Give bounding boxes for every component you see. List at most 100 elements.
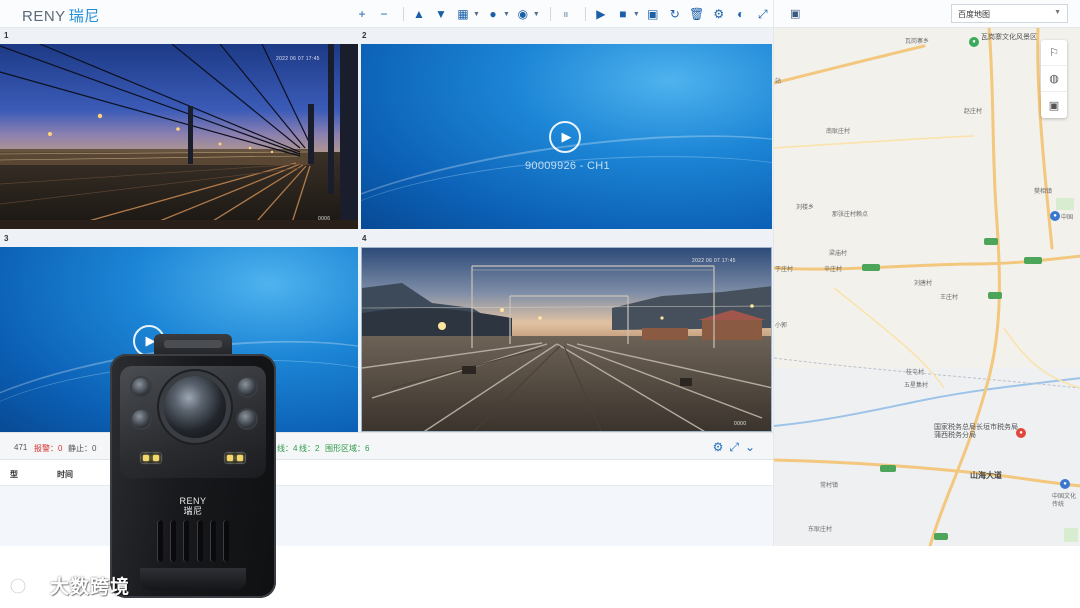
camera-brand: RENY 瑞尼 xyxy=(110,496,276,516)
map-place: 常村镇 xyxy=(820,483,839,489)
map-save-icon[interactable]: ▣ xyxy=(790,7,800,20)
logo-text-en: RENY xyxy=(22,8,66,25)
location-pin-icon[interactable]: ● xyxy=(1016,428,1026,438)
fullscreen-icon[interactable]: ⤢ xyxy=(754,5,772,23)
scenic-pin-icon[interactable]: ● xyxy=(969,37,979,47)
down-icon[interactable]: ▼ xyxy=(432,5,450,23)
led-light-icon xyxy=(140,452,162,464)
map-controls: ⚐ ◍ ▣ xyxy=(1041,40,1067,118)
map-place: 小郭 xyxy=(775,323,788,329)
ir-sensor-icon xyxy=(132,410,150,428)
minus-icon[interactable]: − xyxy=(375,5,393,23)
status-actions: ⚙ ⤢ ⌄ xyxy=(713,440,755,455)
chevron-down-icon[interactable]: ▼ xyxy=(532,5,540,23)
map-place: 王庄村 xyxy=(940,295,959,301)
traffic-icon[interactable]: ⚐ xyxy=(1041,40,1067,66)
status-alarm: 报警：0 xyxy=(34,444,63,453)
status-line-2: 线：2 xyxy=(299,444,320,453)
palette-icon[interactable]: ◐ xyxy=(732,5,750,23)
map-place: 中国 xyxy=(1061,215,1074,221)
map-place: 樊相镇 xyxy=(1034,189,1053,195)
pause-icon[interactable]: ⏸ xyxy=(557,5,575,23)
cell-label-1: 1 xyxy=(4,31,9,40)
stop-icon[interactable]: ■ xyxy=(614,5,632,23)
cell-label-3: 3 xyxy=(4,234,9,243)
video-tile-2[interactable]: ▶ 90009926 - CH1 xyxy=(361,44,772,229)
camera-grille xyxy=(157,520,229,562)
camera-icon[interactable]: ◉ xyxy=(514,5,532,23)
panorama-icon[interactable]: ◍ xyxy=(1041,66,1067,92)
chevron-down-icon[interactable]: ▼ xyxy=(472,5,480,23)
watermark: 大数跨境 xyxy=(8,572,130,599)
device-channel-label: 90009926 - CH1 xyxy=(525,160,610,172)
watermark-logo-icon xyxy=(9,575,43,594)
camera-lens xyxy=(164,376,226,438)
3d-cube-icon[interactable]: ▣ xyxy=(1041,92,1067,118)
chevron-down-icon[interactable]: ▼ xyxy=(632,5,640,23)
map-road-name: 山海大道 xyxy=(970,471,1002,480)
led-light-icon xyxy=(224,452,246,464)
cell-label-2: 2 xyxy=(362,31,367,40)
ir-sensor-icon xyxy=(238,410,256,428)
status-line: 线：4 xyxy=(277,444,298,453)
column-type[interactable]: 型 xyxy=(10,469,18,480)
map-place: 梁庙村 xyxy=(829,251,848,257)
play-icon[interactable]: ▶ xyxy=(592,5,610,23)
ir-sensor-icon xyxy=(238,378,256,396)
refresh-icon[interactable]: ↻ xyxy=(666,5,684,23)
map-place: 中国文化传统 xyxy=(1052,494,1077,508)
map-place-tax-bureau: 国家税务总局长垣市税务局蒲西税务分局 xyxy=(934,424,1018,439)
map-roads xyxy=(774,28,1080,546)
app-logo: RENY 瑞尼 xyxy=(22,5,100,26)
play-icon[interactable]: ▶ xyxy=(549,121,581,153)
status-count: 471 xyxy=(14,443,28,452)
chevron-down-icon[interactable]: ▼ xyxy=(502,5,510,23)
video-tile-1[interactable]: 2022 06 07 17:45 0006 xyxy=(0,44,358,229)
map-view[interactable]: 瓦岗寨乡 ● 瓦岗寨文化风景区 站 赵庄村 南耿庄村 樊相镇 刘楼乡 那张庄村赖… xyxy=(773,28,1080,546)
osd-stamp-1: 0006 xyxy=(318,216,331,222)
railway-scene-4 xyxy=(362,248,771,431)
landmark-pin-icon[interactable]: ● xyxy=(1050,211,1060,221)
map-place: 辛庄村 xyxy=(824,267,843,273)
railway-scene-1 xyxy=(0,44,358,229)
osd-timestamp-1: 2022 06 07 17:45 xyxy=(276,56,320,62)
map-type-value: 百度地图 xyxy=(958,10,990,19)
layout-icon[interactable]: ▦ xyxy=(454,5,472,23)
chevron-down-icon: ▼ xyxy=(1054,9,1061,16)
camera-face xyxy=(120,366,266,478)
map-place: 瓦岗寨乡 xyxy=(905,39,930,45)
map-place: 赵庄村 xyxy=(964,109,983,115)
top-toolbar: RENY 瑞尼 + − ▲ ▼ ▦ ▼ ● ▼ ◉ ▼ ⏸ ▶ ■ ▼ ▣ ↻ 🗑 ⚙ ◐ ⤢ xyxy=(0,0,773,28)
museum-pin-icon[interactable]: ● xyxy=(1060,479,1070,489)
camera-brand-en: RENY xyxy=(179,496,207,506)
video-tile-4[interactable]: 2022 06 07 17:45 0000 xyxy=(361,247,772,432)
settings-icon[interactable]: ⚙ xyxy=(713,440,724,455)
status-still: 静止：0 xyxy=(68,444,97,453)
map-place: 于庄村 xyxy=(775,267,794,273)
settings-icon[interactable]: ⚙ xyxy=(710,5,728,23)
add-icon[interactable]: + xyxy=(353,5,371,23)
save-icon[interactable]: ▣ xyxy=(644,5,662,23)
delete-icon[interactable]: 🗑 xyxy=(688,5,706,23)
up-icon[interactable]: ▲ xyxy=(410,5,428,23)
map-place: 桂屯村 xyxy=(906,370,925,376)
info-icon[interactable]: ● xyxy=(484,5,502,23)
toolbar-buttons: + − ▲ ▼ ▦ ▼ ● ▼ ◉ ▼ ⏸ ▶ ■ ▼ ▣ ↻ 🗑 ⚙ ◐ ⤢ xyxy=(353,5,776,23)
ir-sensor-icon xyxy=(132,378,150,396)
map-type-select[interactable]: 百度地图 ▼ xyxy=(951,4,1068,23)
collapse-icon[interactable]: ⌄ xyxy=(745,440,755,455)
map-place: 刘唐村 xyxy=(914,281,933,287)
map-place: 南耿庄村 xyxy=(826,129,851,135)
app-root: RENY 瑞尼 + − ▲ ▼ ▦ ▼ ● ▼ ◉ ▼ ⏸ ▶ ■ ▼ ▣ ↻ 🗑 ⚙ ◐ ⤢ 1 2 3 4 xyxy=(0,0,1080,608)
column-time[interactable]: 时间 xyxy=(57,469,73,480)
expand-icon[interactable]: ⤢ xyxy=(729,440,739,455)
map-place: 站 xyxy=(775,79,782,85)
map-place: 那张庄村赖点 xyxy=(832,212,869,218)
cell-label-4: 4 xyxy=(362,234,367,243)
toolbar-divider xyxy=(549,7,551,21)
toolbar-divider xyxy=(403,7,404,21)
osd-timestamp-4: 2022 06 07 17:45 xyxy=(692,258,736,264)
camera-body: RENY 瑞尼 xyxy=(110,354,276,598)
camera-brand-cn: 瑞尼 xyxy=(183,506,203,516)
toolbar-divider xyxy=(584,7,586,21)
